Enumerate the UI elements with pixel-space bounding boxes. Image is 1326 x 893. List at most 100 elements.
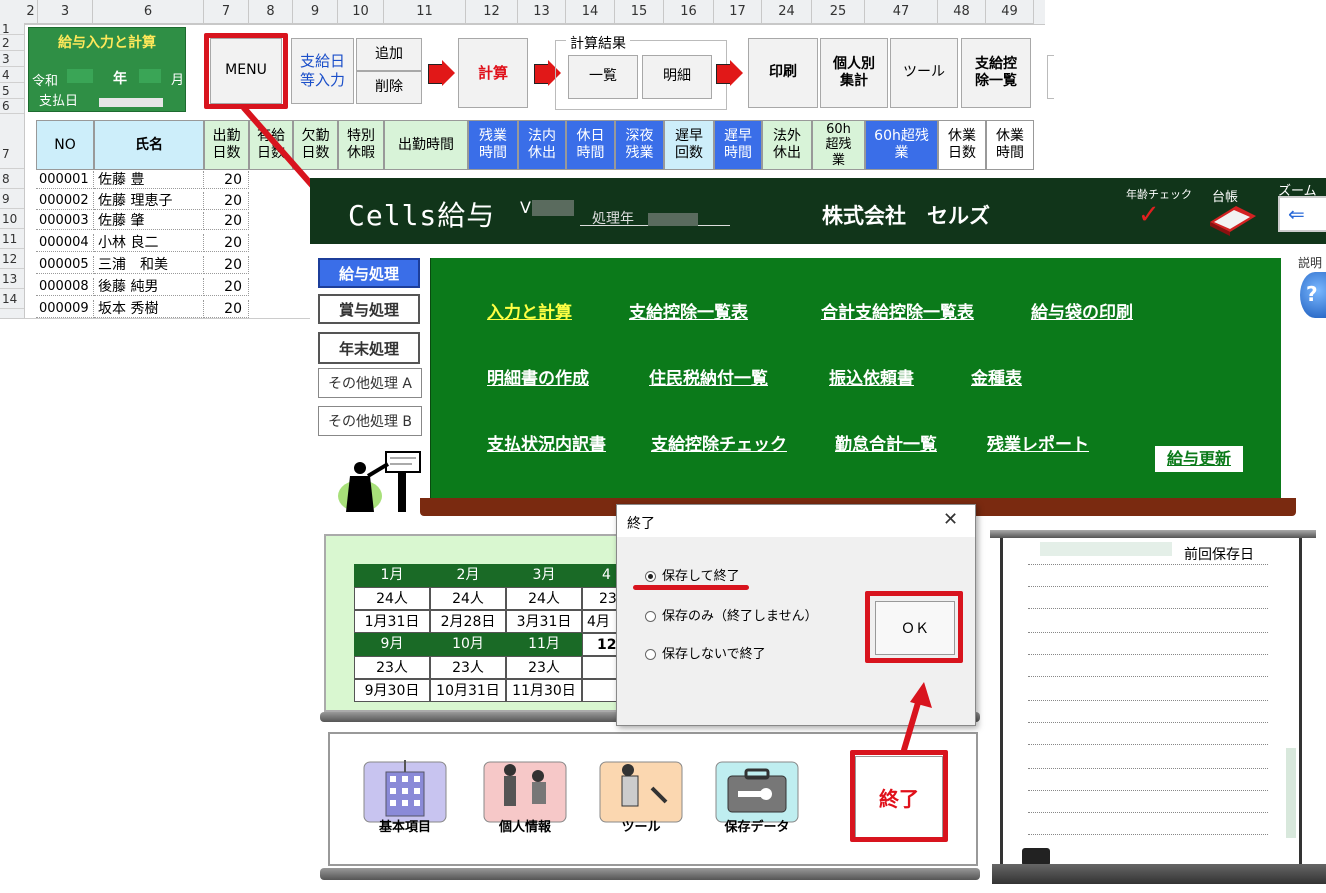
row-header[interactable]: 2 bbox=[0, 35, 24, 51]
col-header[interactable]: 47 bbox=[865, 0, 938, 24]
cell-name[interactable]: 佐藤 理恵子 bbox=[94, 192, 204, 210]
col-header[interactable]: 7 bbox=[204, 0, 249, 24]
cell-name[interactable]: 坂本 秀樹 bbox=[94, 300, 204, 318]
col-header[interactable]: 15 bbox=[615, 0, 664, 24]
col-header[interactable]: 6 bbox=[93, 0, 204, 24]
row-header[interactable]: 7 bbox=[0, 114, 24, 169]
payday-input-button[interactable]: 支給日 等入力 bbox=[291, 38, 354, 104]
cell-name[interactable]: 小林 良二 bbox=[94, 234, 204, 252]
option-save-and-exit[interactable]: 保存して終了 bbox=[645, 565, 740, 584]
radio-icon[interactable] bbox=[645, 649, 656, 660]
row-header[interactable]: 9 bbox=[0, 189, 24, 209]
row-header[interactable]: 4 bbox=[0, 67, 24, 83]
menu-link-deduction-check[interactable]: 支給控除チェック bbox=[651, 430, 787, 455]
col-header[interactable]: 8 bbox=[249, 0, 293, 24]
payday-input[interactable] bbox=[99, 98, 163, 107]
ledger-book-icon[interactable] bbox=[1206, 202, 1260, 236]
deduction-list-button[interactable]: 支給控 除一覧 bbox=[961, 38, 1031, 108]
process-year-field[interactable]: 処理年 bbox=[580, 208, 730, 227]
menu-link-pay-envelope[interactable]: 給与袋の印刷 bbox=[1031, 298, 1133, 323]
row-header[interactable]: 14 bbox=[0, 289, 24, 309]
menu-link-total-deduction-list[interactable]: 合計支給控除一覧表 bbox=[821, 298, 974, 323]
menu-link-payment-breakdown[interactable]: 支払状況内訳書 bbox=[487, 430, 606, 455]
by-person-button[interactable]: 個人別 集計 bbox=[820, 38, 888, 108]
salary-update-button[interactable]: 給与更新 bbox=[1155, 446, 1243, 472]
menu-link-deduction-list[interactable]: 支給控除一覧表 bbox=[629, 298, 748, 323]
list-button[interactable]: 一覧 bbox=[568, 55, 638, 99]
col-header[interactable]: 11 bbox=[384, 0, 466, 24]
notepad-scrollbar[interactable] bbox=[1286, 748, 1296, 838]
bonus-processing-button[interactable]: 賞与処理 bbox=[318, 294, 420, 324]
salary-processing-button[interactable]: 給与処理 bbox=[318, 258, 420, 288]
col-header[interactable]: 25 bbox=[812, 0, 865, 24]
radio-icon[interactable] bbox=[645, 611, 656, 622]
row-header[interactable]: 6 bbox=[0, 99, 24, 114]
month-input[interactable] bbox=[139, 69, 161, 83]
month-cell[interactable]: 11月 bbox=[506, 633, 582, 656]
cell-no[interactable]: 000008 bbox=[36, 278, 94, 296]
row-header[interactable]: 11 bbox=[0, 229, 24, 249]
menu-link-input-calc[interactable]: 入力と計算 bbox=[487, 298, 572, 323]
menu-link-statement[interactable]: 明細書の作成 bbox=[487, 364, 589, 389]
menu-link-transfer-request[interactable]: 振込依頼書 bbox=[829, 364, 914, 389]
era-year-input[interactable] bbox=[67, 69, 93, 83]
month-cell[interactable]: 2月 bbox=[430, 564, 506, 587]
month-cell[interactable]: 9月 bbox=[354, 633, 430, 656]
month-cell[interactable]: 10月 bbox=[430, 633, 506, 656]
col-header[interactable]: 12 bbox=[466, 0, 518, 24]
row-header[interactable]: 8 bbox=[0, 169, 24, 189]
col-header[interactable]: 24 bbox=[762, 0, 812, 24]
add-button[interactable]: 追加 bbox=[356, 38, 422, 71]
cell-no[interactable]: 000009 bbox=[36, 300, 94, 318]
col-header[interactable]: 2 bbox=[24, 0, 38, 24]
help-icon[interactable]: ? bbox=[1300, 272, 1326, 318]
other-processing-a-button[interactable]: その他処理 A bbox=[318, 368, 422, 398]
calc-button[interactable]: 計算 bbox=[458, 38, 528, 108]
basic-items-button[interactable]: 基本項目 bbox=[362, 758, 448, 840]
menu-link-resident-tax[interactable]: 住民税納付一覧 bbox=[649, 364, 768, 389]
cell-no[interactable]: 000002 bbox=[36, 192, 94, 210]
cell-days[interactable]: 20 bbox=[204, 300, 249, 318]
month-cell[interactable]: 1月 bbox=[354, 564, 430, 587]
col-header[interactable]: 9 bbox=[293, 0, 338, 24]
detail-button[interactable]: 明細 bbox=[642, 55, 712, 99]
cell-name[interactable]: 佐藤 肇 bbox=[94, 212, 204, 230]
col-header[interactable]: 17 bbox=[714, 0, 762, 24]
print-button[interactable]: 印刷 bbox=[748, 38, 818, 108]
row-header[interactable]: 5 bbox=[0, 83, 24, 99]
option-save-only[interactable]: 保存のみ（終了しません） bbox=[645, 605, 818, 624]
cell-no[interactable]: 000005 bbox=[36, 256, 94, 274]
cell-no[interactable]: 000004 bbox=[36, 234, 94, 252]
menu-link-overtime-report[interactable]: 残業レポート bbox=[987, 430, 1089, 455]
other-processing-b-button[interactable]: その他処理 B bbox=[318, 406, 422, 436]
personal-info-button[interactable]: 個人情報 bbox=[482, 758, 568, 840]
cell-no[interactable]: 000003 bbox=[36, 212, 94, 230]
cell-days[interactable]: 20 bbox=[204, 278, 249, 296]
row-header[interactable]: 3 bbox=[0, 51, 24, 67]
row-header[interactable]: 12 bbox=[0, 249, 24, 269]
col-header[interactable]: 3 bbox=[38, 0, 93, 24]
col-header[interactable]: 49 bbox=[986, 0, 1034, 24]
row-header[interactable]: 1 bbox=[0, 23, 24, 35]
row-header[interactable]: 10 bbox=[0, 209, 24, 229]
year-end-processing-button[interactable]: 年末処理 bbox=[318, 332, 420, 364]
col-header[interactable]: 13 bbox=[518, 0, 566, 24]
radio-selected-icon[interactable] bbox=[645, 571, 656, 582]
cell-days[interactable]: 20 bbox=[204, 256, 249, 274]
saved-data-button[interactable]: 保存データ bbox=[714, 758, 800, 840]
zoom-button[interactable]: ⇐ bbox=[1278, 196, 1326, 232]
tool-button[interactable]: ツール bbox=[890, 38, 958, 108]
month-cell[interactable]: 3月 bbox=[506, 564, 582, 587]
col-header[interactable]: 10 bbox=[338, 0, 384, 24]
checkmark-icon[interactable]: ✓ bbox=[1138, 200, 1160, 230]
cell-no[interactable]: 000001 bbox=[36, 171, 94, 189]
option-exit-without-save[interactable]: 保存しないで終了 bbox=[645, 643, 766, 662]
close-icon[interactable]: ✕ bbox=[943, 509, 958, 530]
row-header[interactable]: 13 bbox=[0, 269, 24, 289]
cell-name[interactable]: 後藤 純男 bbox=[94, 278, 204, 296]
delete-button[interactable]: 削除 bbox=[356, 71, 422, 104]
tools-button[interactable]: ツール bbox=[598, 758, 684, 840]
col-header[interactable]: 48 bbox=[938, 0, 986, 24]
col-header[interactable]: 16 bbox=[664, 0, 714, 24]
col-header[interactable]: 14 bbox=[566, 0, 615, 24]
